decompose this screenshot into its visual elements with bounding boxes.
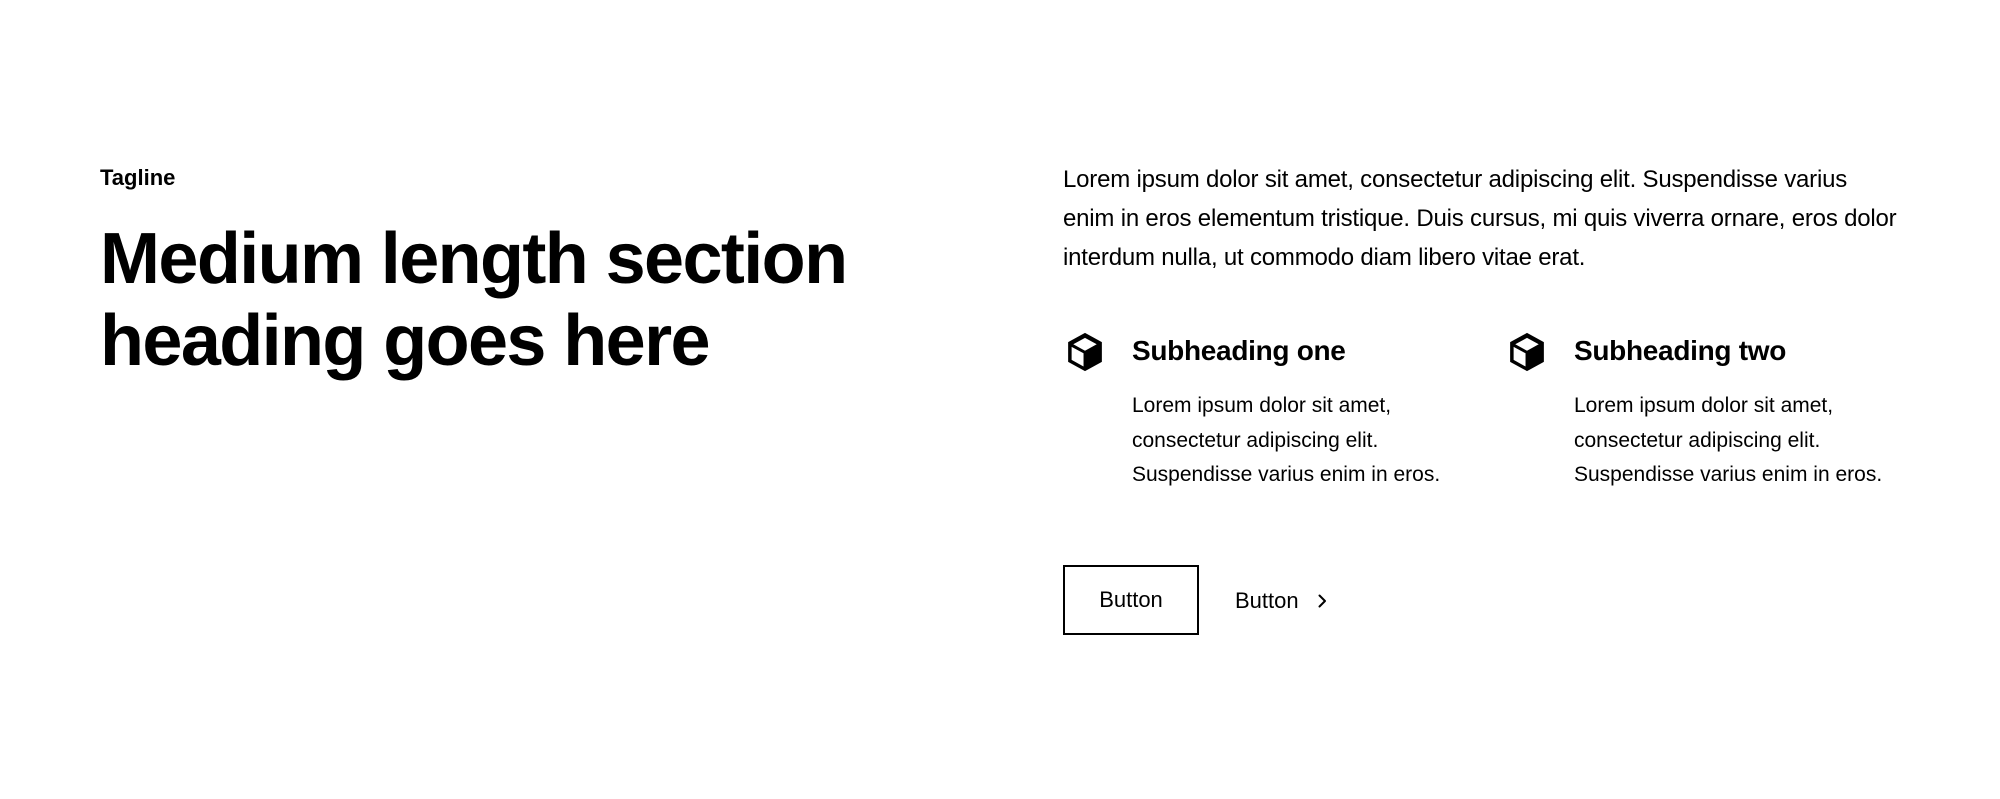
secondary-button-label: Button bbox=[1235, 588, 1299, 613]
secondary-link-button[interactable]: Button bbox=[1235, 565, 1331, 637]
tagline: Tagline bbox=[100, 165, 176, 190]
feature-section: Tagline Medium length section heading go… bbox=[0, 0, 2000, 799]
feature-description: Lorem ipsum dolor sit amet, consectetur … bbox=[1574, 394, 1883, 486]
action-buttons: Button Button bbox=[1063, 565, 1903, 637]
section-heading-line-1: Medium length section bbox=[100, 219, 848, 299]
section-heading-line-2: heading goes here bbox=[100, 301, 711, 381]
cube-icon bbox=[1505, 330, 1549, 374]
feature-list: Subheading one Lorem ipsum dolor sit ame… bbox=[1063, 329, 1903, 497]
intro-paragraph: Lorem ipsum dolor sit amet, consectetur … bbox=[1063, 166, 1897, 271]
chevron-right-icon bbox=[1313, 592, 1331, 610]
feature-title: Subheading two bbox=[1574, 335, 1787, 366]
section-heading: Medium length section heading goes here bbox=[100, 218, 880, 382]
section-content: Lorem ipsum dolor sit amet, consectetur … bbox=[1063, 160, 1903, 637]
primary-button[interactable]: Button bbox=[1063, 565, 1199, 635]
feature-title: Subheading one bbox=[1132, 335, 1346, 366]
cube-icon bbox=[1063, 330, 1107, 374]
section-header: Tagline Medium length section heading go… bbox=[100, 160, 880, 382]
feature-description: Lorem ipsum dolor sit amet, consectetur … bbox=[1132, 394, 1441, 486]
